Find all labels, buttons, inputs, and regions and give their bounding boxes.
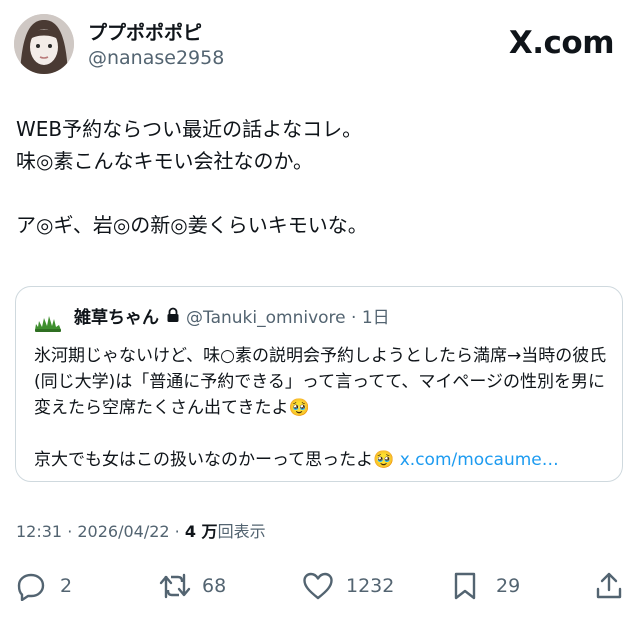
author-display-name[interactable]: ププポポポピ xyxy=(88,21,202,45)
reply-count: 2 xyxy=(60,575,73,597)
quoted-tweet-header: 雑草ちゃん @Tanuki_omnivore · 1日 xyxy=(74,306,390,330)
like-button[interactable]: 1232 xyxy=(302,568,394,604)
quoted-tweet-card[interactable]: 雑草ちゃん @Tanuki_omnivore · 1日 氷河期じゃないけど、味○… xyxy=(15,286,623,482)
repost-icon xyxy=(158,571,191,601)
repost-count: 68 xyxy=(202,575,227,597)
quoted-author-handle[interactable]: @Tanuki_omnivore xyxy=(186,306,346,330)
bookmark-icon xyxy=(452,571,482,601)
quoted-author-avatar xyxy=(34,308,62,336)
share-button[interactable] xyxy=(594,568,624,604)
quoted-author-name[interactable]: 雑草ちゃん xyxy=(74,306,159,330)
avatar-image xyxy=(14,14,74,74)
views-count: 4 万 xyxy=(184,522,218,541)
like-count: 1232 xyxy=(346,575,395,597)
lock-icon xyxy=(166,306,180,330)
tweet-text: WEB予約ならつい最近の話よなコレ。 味◎素こんなキモい会社なのか。 ア◎ギ、岩… xyxy=(16,117,368,237)
quoted-tweet-time[interactable]: 1日 xyxy=(362,306,390,330)
tweet-meta: 12:31 · 2026/04/22 · 4 万回表示 xyxy=(16,521,266,543)
quoted-tweet-text: 氷河期じゃないけど、味○素の説明会予約しようとしたら満席→当時の彼氏(同じ大学)… xyxy=(34,343,614,473)
views-label: 回表示 xyxy=(217,522,266,541)
reply-icon xyxy=(16,571,46,602)
separator-dot: · xyxy=(345,308,362,328)
grass-icon xyxy=(34,308,62,336)
heart-icon xyxy=(302,571,333,601)
share-icon xyxy=(594,571,624,601)
bookmark-count: 29 xyxy=(496,575,521,597)
quoted-tweet-link[interactable]: x.com/mocaume… xyxy=(400,450,559,470)
tweet-timestamp[interactable]: 12:31 · 2026/04/22 · xyxy=(16,522,185,541)
bookmark-button[interactable]: 29 xyxy=(452,568,520,604)
x-logo: X.com xyxy=(508,25,615,61)
reply-button[interactable]: 2 xyxy=(16,568,72,604)
author-handle[interactable]: @nanase2958 xyxy=(88,46,224,70)
avatar[interactable] xyxy=(14,14,74,74)
repost-button[interactable]: 68 xyxy=(158,568,226,604)
